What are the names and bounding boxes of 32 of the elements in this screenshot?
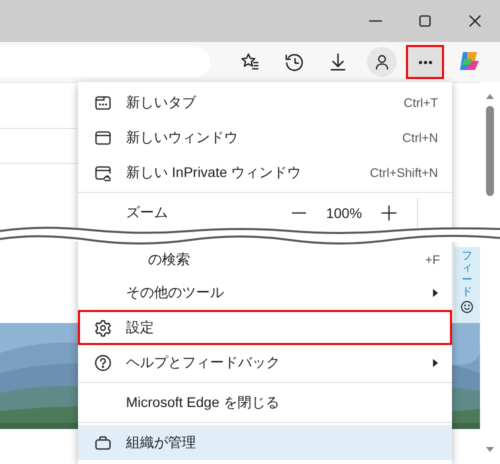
zoom-value: 100%	[325, 205, 363, 221]
minimize-icon	[368, 20, 382, 22]
help-icon	[94, 354, 112, 372]
menu-item[interactable]: Microsoft Edge を閉じる	[78, 385, 452, 420]
shortcut-label: +F	[425, 253, 440, 267]
history-icon	[284, 52, 304, 72]
window-icon	[94, 128, 112, 146]
menu-item[interactable]: 新しい InPrivate ウィンドウ Ctrl+Shift+N	[78, 155, 452, 190]
menu-item[interactable]: 設定	[78, 310, 452, 345]
star-list-icon	[240, 52, 260, 72]
plus-icon	[380, 204, 398, 222]
menu-item[interactable]: 新しいタブ Ctrl+T	[78, 85, 452, 120]
more-button[interactable]	[406, 45, 444, 79]
feedback-label: フィード	[462, 250, 472, 298]
briefcase-icon	[94, 434, 112, 452]
menu-item[interactable]: 組織が管理	[78, 425, 452, 460]
smiley-icon	[460, 300, 474, 314]
minus-icon	[292, 212, 306, 214]
menu-item-label: の検索	[148, 251, 191, 269]
gear-icon	[94, 318, 112, 336]
private-window-icon	[94, 164, 112, 182]
menu-item[interactable]: ヘルプとフィードバック	[78, 345, 452, 380]
menu-item[interactable]: 新しいウィンドウ Ctrl+N	[78, 120, 452, 155]
scrollbar-thumb[interactable]	[486, 106, 494, 196]
person-icon	[373, 53, 391, 71]
more-icon	[418, 60, 432, 64]
zoom-label: ズーム	[126, 204, 169, 222]
feedback-tab[interactable]: フィード	[454, 247, 480, 323]
profile-button[interactable]	[367, 47, 397, 77]
download-icon	[328, 52, 348, 72]
new-tab-icon	[94, 94, 112, 112]
menu-item[interactable]: その他のツール	[78, 275, 452, 310]
